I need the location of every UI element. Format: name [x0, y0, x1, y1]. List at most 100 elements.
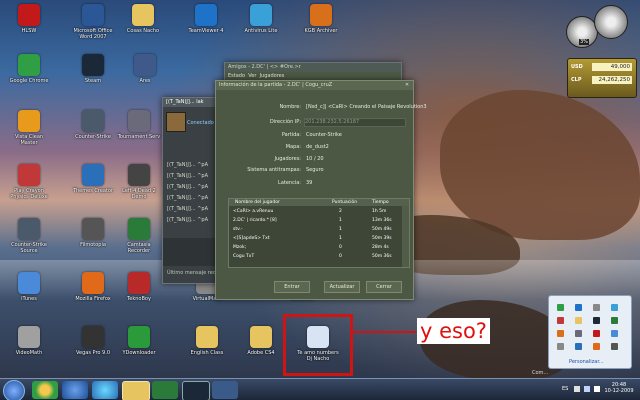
desktop-icon[interactable]: Counter-Strike	[70, 110, 116, 140]
player-score: 0	[339, 254, 342, 259]
desktop-icon[interactable]: Vegas Pro 9.0	[70, 326, 116, 356]
ip-address-field[interactable]: 201.238.232.5:26187	[304, 118, 406, 127]
desktop-icon[interactable]: VideoMath	[6, 326, 52, 356]
desktop-icon[interactable]: Steam	[70, 54, 116, 84]
desktop-icon[interactable]: Adobe CS4	[238, 326, 284, 356]
chat-line[interactable]: [(T_TaN)J]... ^pA	[167, 173, 208, 179]
desktop-icon[interactable]: Counter-Strike Source	[6, 218, 52, 254]
tray-arrow-icon[interactable]	[574, 386, 580, 392]
desktop-icon[interactable]: Vista Clean Master	[6, 110, 52, 146]
language-indicator[interactable]: ES	[562, 386, 568, 392]
desktop-icon[interactable]: Themes Creator	[70, 164, 116, 194]
tray-app-icon[interactable]	[611, 343, 618, 350]
desktop-icon[interactable]: Mozilla Firefox	[70, 272, 116, 302]
desktop-icon[interactable]: Cosas Nacho	[120, 4, 166, 34]
clock[interactable]: 20:48 10-12-2009	[602, 382, 636, 394]
col-score[interactable]: Puntuación	[332, 199, 357, 206]
taskbar: ES 20:48 10-12-2009	[0, 378, 640, 400]
tray-app-icon[interactable]	[611, 330, 618, 337]
tray-app-icon[interactable]	[575, 343, 582, 350]
tray-app-icon[interactable]	[575, 330, 582, 337]
tray-app-icon[interactable]	[557, 330, 564, 337]
desktop-icon[interactable]: English Class	[184, 326, 230, 356]
desktop-icon[interactable]: HLSW	[6, 4, 52, 34]
chat-line[interactable]: [(T_TaN)J]... ^pA	[167, 206, 208, 212]
tray-app-icon[interactable]	[593, 343, 600, 350]
tray-app-icon[interactable]	[575, 304, 582, 311]
desktop-icon[interactable]: TeknoBoy	[116, 272, 162, 302]
player-row[interactable]: stv.- 1 50m 49s	[229, 226, 401, 234]
desktop-icon[interactable]: iTunes	[6, 272, 52, 302]
tray-app-icon[interactable]	[557, 317, 564, 324]
player-row[interactable]: Cogu TxT 0 50m 36s	[229, 253, 401, 261]
tray-app-icon[interactable]	[593, 304, 600, 311]
server-info-dialog[interactable]: Información de la partida - 2.DC' | Cogu…	[215, 80, 427, 300]
usd-value[interactable]: 49,000	[592, 63, 632, 71]
desktop-icon[interactable]: TeamViewer 4	[183, 4, 229, 34]
chat-line[interactable]: [(T_TaN)J]... ^pA	[167, 162, 208, 168]
start-button[interactable]	[3, 380, 25, 400]
tray-app-icon[interactable]	[557, 304, 564, 311]
desktop-icon[interactable]: YDownloader	[116, 326, 162, 356]
tray-app-icon[interactable]	[557, 343, 564, 350]
player-name: 2.DC' | ricardo.* [8]	[233, 218, 277, 223]
close-icon[interactable]: ✕	[403, 82, 411, 88]
clp-label: CLP	[571, 77, 582, 83]
info-dialog-title[interactable]: Información de la partida - 2.DC' | Cogu…	[216, 81, 413, 90]
desktop-icon[interactable]: Antivirus Lite	[238, 4, 284, 34]
desktop-icon[interactable]: Play Crayon Physics Deluxe	[6, 164, 52, 200]
currency-gadget[interactable]: USD 49,000 CLP 24,262,250	[567, 58, 637, 98]
vegas-icon	[82, 326, 104, 348]
desktop-icon[interactable]: Left 4 Dead 2 Demo	[116, 164, 162, 200]
tray-app-icon[interactable]	[611, 317, 618, 324]
tray-app-icon[interactable]	[593, 317, 600, 324]
taskbar-steam-icon[interactable]	[182, 381, 210, 400]
cpu-percent: 3%	[579, 39, 589, 45]
taskbar-media-icon[interactable]	[62, 381, 88, 399]
taskbar-explorer-icon[interactable]	[122, 381, 150, 400]
close-button[interactable]: Cerrar	[366, 281, 402, 293]
tray-app-icon[interactable]	[593, 330, 600, 337]
desktop-icon[interactable]: Microsoft Office Word 2007	[70, 4, 116, 40]
tray-app-icon[interactable]	[611, 304, 618, 311]
desktop-icon-label: English Class	[190, 350, 224, 356]
player-row[interactable]: 2.DC' | ricardo.* [8] 1 13m 36s	[229, 217, 401, 225]
player-list-scrollbar[interactable]	[402, 206, 409, 267]
desktop-icon[interactable]: Filmotopia	[70, 218, 116, 248]
menu-estado[interactable]: Estado	[228, 73, 245, 79]
player-time: 13m 36s	[372, 218, 392, 223]
chat-line[interactable]: [(T_TaN)J]... ^pA	[167, 217, 208, 223]
desktop-icon[interactable]: Camtasia Recorder	[116, 218, 162, 254]
taskbar-ie-icon[interactable]	[92, 381, 118, 399]
taskbar-camtasia-icon[interactable]	[152, 381, 178, 399]
chrome-icon	[18, 54, 40, 76]
menu-ver[interactable]: Ver	[248, 73, 256, 79]
chat-line[interactable]: [(T_TaN)J]... ^pA	[167, 184, 208, 190]
player-row[interactable]: Mzok; 0 28m 4s	[229, 244, 401, 252]
player-row[interactable]: <CaRl> a.vRenuu 2 1h 5m	[229, 208, 401, 216]
player-row[interactable]: <[S]apdeS> Txt 1 50m 39s	[229, 235, 401, 243]
chat-line[interactable]: [(T_TaN)J]... ^pA	[167, 195, 208, 201]
tekno-icon	[128, 272, 150, 294]
network-icon[interactable]	[584, 386, 590, 392]
desktop-icon[interactable]: Google Chrome	[6, 54, 52, 84]
join-button[interactable]: Entrar	[274, 281, 310, 293]
taskbar-hlsw-icon[interactable]	[212, 381, 238, 399]
tray-app-icon[interactable]	[575, 317, 582, 324]
volume-icon[interactable]	[594, 386, 600, 392]
col-player-name[interactable]: Nombre del jugador	[235, 199, 280, 206]
taskbar-chrome-icon[interactable]	[32, 381, 58, 399]
steam-friends-title[interactable]: Amigos - 2.DC' | <> #Ore.>r	[225, 63, 401, 72]
tray-overflow-popup[interactable]: Personalizar...	[548, 295, 632, 369]
watermark: Com...	[532, 370, 549, 376]
col-time[interactable]: Tiempo	[372, 199, 389, 206]
desktop-icon[interactable]: KGB Archiver	[298, 4, 344, 34]
info-field-label: Nombre:	[279, 104, 301, 110]
player-list[interactable]: Nombre del jugador Puntuación Tiempo <Ca…	[228, 198, 410, 268]
desktop-icon[interactable]: Ares	[122, 54, 168, 84]
menu-jugadores[interactable]: Jugadores	[260, 73, 285, 79]
customize-link[interactable]: Personalizar...	[569, 359, 604, 365]
refresh-button[interactable]: Actualizar	[324, 281, 360, 293]
desktop-icon[interactable]: Tournament Serv	[116, 110, 162, 140]
clp-value[interactable]: 24,262,250	[592, 76, 632, 84]
